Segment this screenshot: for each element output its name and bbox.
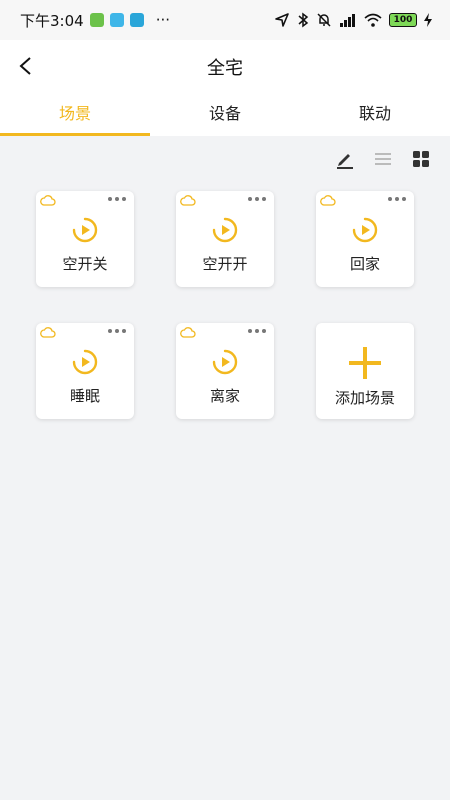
view-toolbar bbox=[334, 148, 432, 170]
signal-icon bbox=[340, 14, 355, 27]
notification-app-icon bbox=[129, 13, 144, 27]
status-bar: 下午3:04 ··· 100 bbox=[0, 0, 450, 40]
more-options-icon[interactable] bbox=[108, 195, 126, 203]
plus-icon bbox=[349, 347, 381, 379]
bluetooth-icon bbox=[298, 12, 309, 28]
mute-bell-icon bbox=[317, 13, 331, 27]
tab-devices[interactable]: 设备 bbox=[150, 94, 300, 136]
play-icon bbox=[72, 349, 98, 375]
page-title: 全宅 bbox=[207, 58, 243, 79]
scene-card[interactable]: 睡眠 bbox=[36, 323, 134, 419]
scene-label: 空开关 bbox=[62, 255, 108, 273]
back-arrow-icon[interactable] bbox=[12, 52, 40, 80]
list-view-icon[interactable] bbox=[372, 148, 394, 170]
play-icon bbox=[352, 217, 378, 243]
scene-label: 睡眠 bbox=[69, 387, 100, 405]
battery-icon: 100 bbox=[389, 13, 417, 27]
scene-label: 离家 bbox=[209, 387, 240, 405]
scene-card[interactable]: 空开开 bbox=[176, 191, 274, 287]
more-options-icon[interactable] bbox=[108, 327, 126, 335]
status-time: 下午3:04 bbox=[20, 11, 84, 30]
more-options-icon[interactable] bbox=[248, 195, 266, 203]
tab-bar: 场景 设备 联动 bbox=[0, 94, 450, 136]
charging-icon bbox=[424, 13, 432, 27]
scene-card[interactable]: 回家 bbox=[316, 191, 414, 287]
tab-automation[interactable]: 联动 bbox=[300, 94, 450, 136]
cloud-icon bbox=[40, 195, 56, 206]
cloud-icon bbox=[40, 327, 56, 338]
app-header: 全宅 bbox=[0, 40, 450, 94]
add-scene-label: 添加场景 bbox=[334, 389, 395, 407]
cloud-icon bbox=[180, 327, 196, 338]
scene-grid: 空开关 空开开 回家 睡眠 离家 添加场景 bbox=[36, 191, 414, 419]
cloud-icon bbox=[180, 195, 196, 206]
tab-scenes[interactable]: 场景 bbox=[0, 94, 150, 136]
more-options-icon[interactable] bbox=[388, 195, 406, 203]
notification-app-icon bbox=[109, 13, 124, 27]
notification-app-icon bbox=[89, 13, 104, 27]
play-icon bbox=[212, 217, 238, 243]
scene-label: 回家 bbox=[349, 255, 380, 273]
add-scene-button[interactable]: 添加场景 bbox=[316, 323, 414, 419]
wifi-icon bbox=[364, 13, 382, 27]
location-icon bbox=[275, 13, 289, 27]
scene-card[interactable]: 空开关 bbox=[36, 191, 134, 287]
cloud-icon bbox=[320, 195, 336, 206]
scene-card[interactable]: 离家 bbox=[176, 323, 274, 419]
play-icon bbox=[72, 217, 98, 243]
grid-view-icon[interactable] bbox=[410, 148, 432, 170]
scene-label: 空开开 bbox=[202, 255, 248, 273]
edit-icon[interactable] bbox=[334, 148, 356, 170]
status-more-indicator: ··· bbox=[155, 11, 170, 29]
play-icon bbox=[212, 349, 238, 375]
more-options-icon[interactable] bbox=[248, 327, 266, 335]
